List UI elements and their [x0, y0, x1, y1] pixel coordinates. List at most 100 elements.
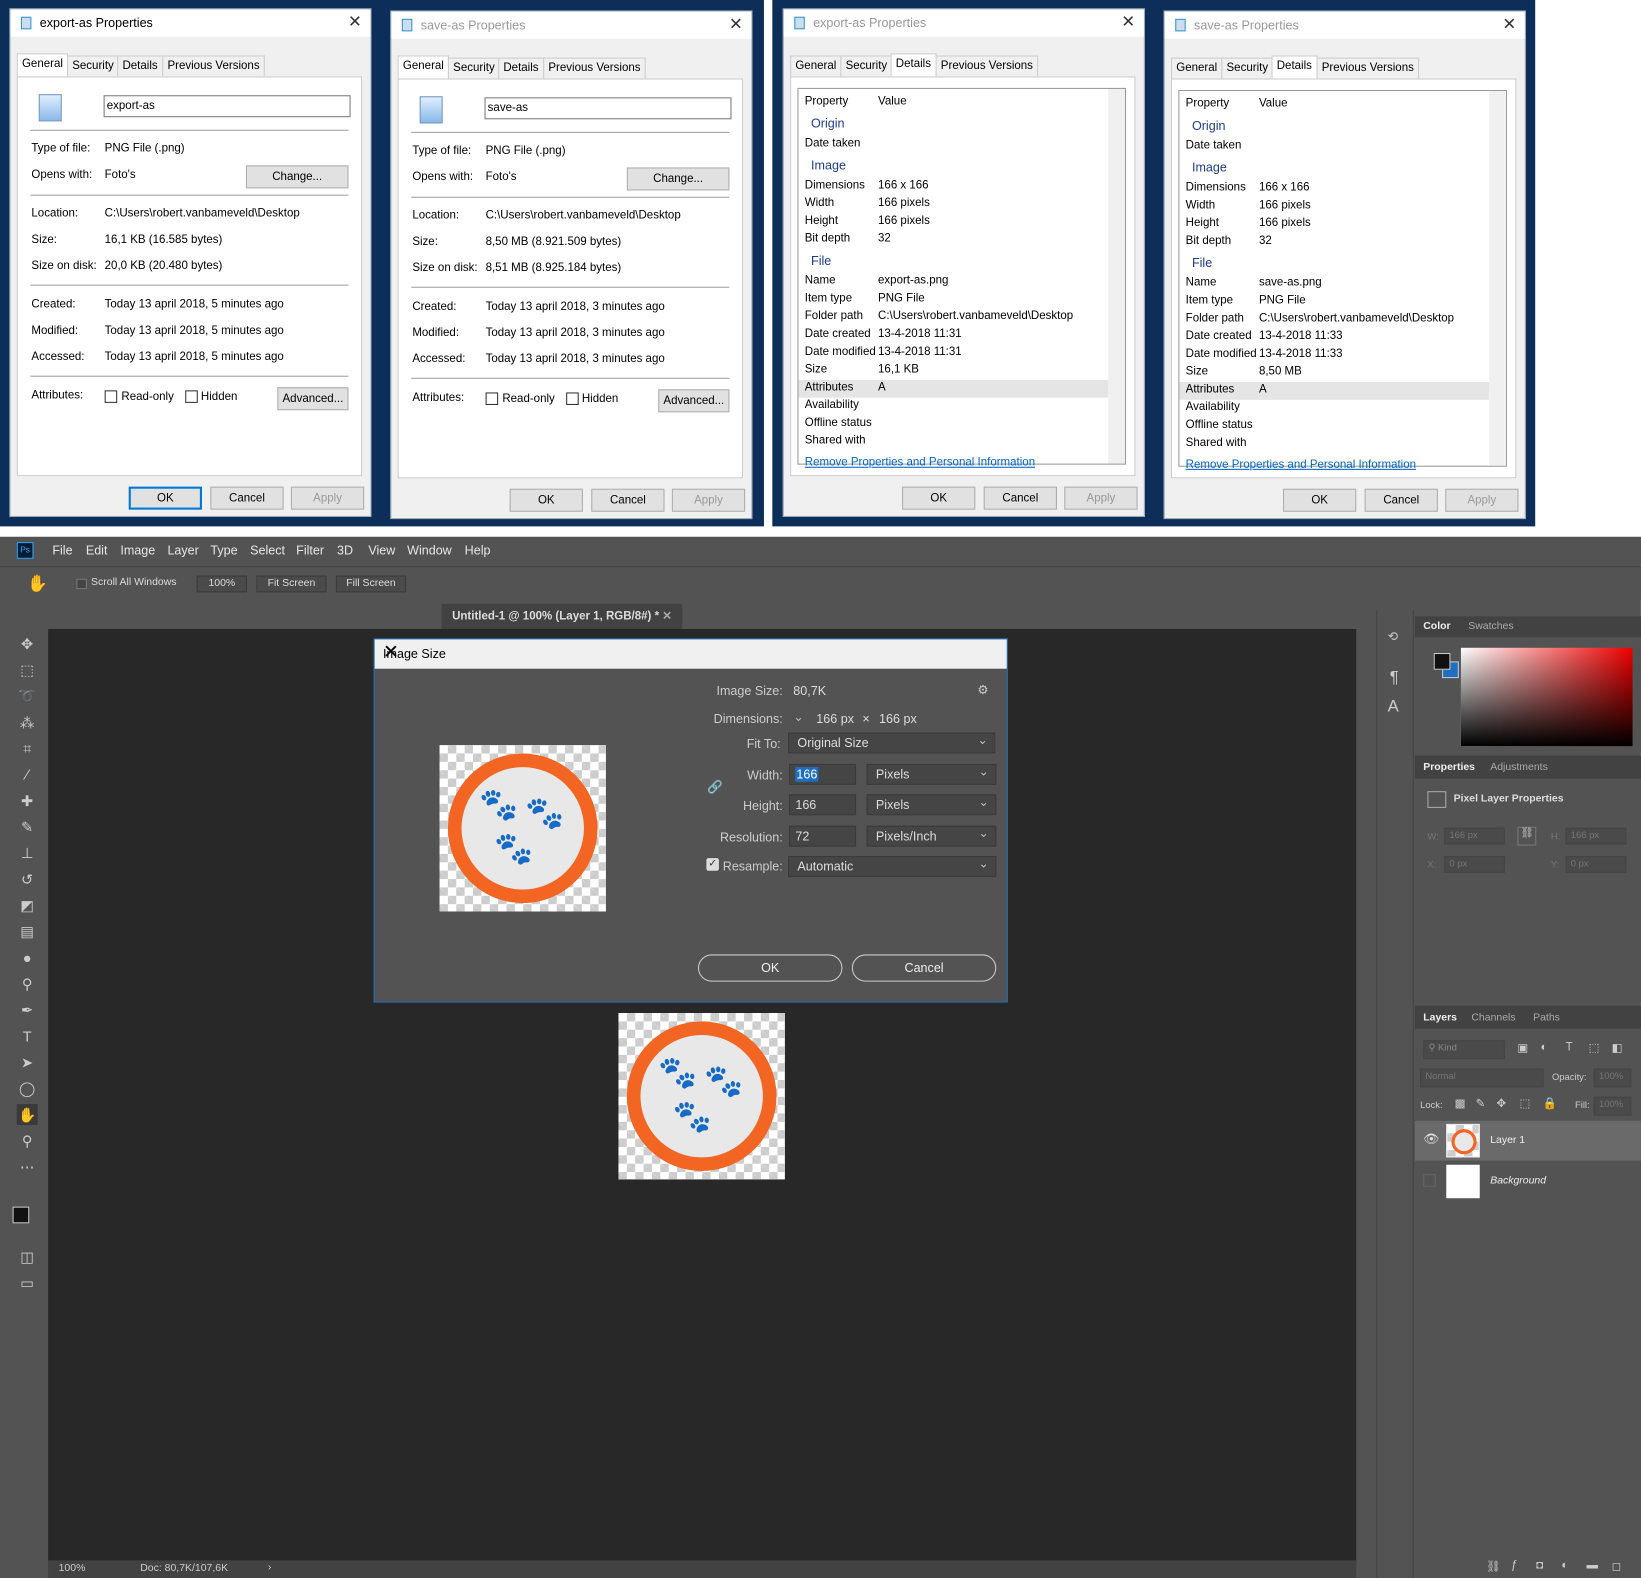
w-field[interactable]: 166 px [1444, 827, 1505, 845]
tab-previous-versions[interactable]: Previous Versions [935, 55, 1039, 77]
ok-button[interactable]: OK [1283, 488, 1357, 512]
fg-color-chip[interactable] [1433, 653, 1451, 670]
readonly-checkbox[interactable] [485, 392, 499, 405]
col-value[interactable]: Value [878, 95, 907, 108]
mask-icon[interactable]: ◘ [1536, 1559, 1543, 1572]
tab-previous-versions[interactable]: Previous Versions [162, 55, 265, 77]
ok-button[interactable]: OK [902, 486, 976, 510]
link-layers-icon[interactable]: ⛓ [1486, 1559, 1501, 1573]
list-item[interactable]: Bit depth [1186, 234, 1231, 247]
new-layer-icon[interactable]: ◻ [1612, 1559, 1622, 1573]
scrollbar[interactable] [1489, 91, 1506, 466]
list-item[interactable]: Name [1186, 276, 1217, 289]
list-item[interactable]: Width [805, 197, 834, 210]
folder-icon[interactable]: ▬ [1586, 1559, 1598, 1572]
list-item[interactable]: Offline status [1186, 419, 1253, 432]
apply-button[interactable]: Apply [671, 488, 746, 512]
path-select-icon[interactable]: ➤ [17, 1052, 38, 1073]
tab-general[interactable]: General [1171, 57, 1223, 79]
lock-transparency-icon[interactable]: ▩ [1455, 1097, 1466, 1111]
tab-details[interactable]: Details [1271, 55, 1318, 79]
type-tool-icon[interactable]: T [17, 1026, 38, 1047]
layer-name[interactable]: Background [1490, 1175, 1546, 1187]
tab-security[interactable]: Security [447, 57, 500, 79]
cancel-button[interactable]: Cancel [210, 486, 284, 510]
screen-mode-icon[interactable]: ▭ [17, 1273, 38, 1294]
character-icon[interactable]: A [1388, 698, 1399, 717]
menu-select[interactable]: Select [250, 543, 285, 558]
list-item[interactable]: Dimensions [805, 179, 865, 192]
list-item[interactable]: Folder path [805, 310, 863, 323]
list-item[interactable]: Item type [1186, 294, 1233, 307]
width-input[interactable]: 166 [789, 763, 857, 785]
list-item[interactable]: Offline status [805, 417, 872, 430]
chevron-down-icon[interactable]: ⌄ [793, 710, 804, 725]
healing-brush-icon[interactable]: ✚ [17, 790, 38, 811]
filter-smart-icon[interactable]: ◧ [1612, 1041, 1623, 1055]
property-list[interactable]: Property Value Origin Date taken Image D… [1178, 89, 1507, 467]
menu-edit[interactable]: Edit [86, 543, 108, 558]
list-item[interactable]: Attributes [1186, 383, 1235, 396]
move-tool-icon[interactable]: ✥ [17, 633, 38, 654]
magic-wand-icon[interactable]: ⁂ [17, 712, 38, 733]
list-item[interactable]: Item type [805, 292, 852, 305]
property-list[interactable]: Property Value Origin Date taken Image D… [797, 87, 1127, 465]
lock-paint-icon[interactable]: ✎ [1476, 1097, 1486, 1111]
lasso-tool-icon[interactable]: ➰ [17, 685, 38, 706]
list-item[interactable]: Date created [1186, 330, 1252, 343]
link-icon[interactable]: ⛓ [1517, 826, 1537, 846]
menu-view[interactable]: View [368, 543, 395, 558]
tab-swatches[interactable]: Swatches [1468, 621, 1513, 633]
quick-mask-icon[interactable]: ◫ [17, 1246, 38, 1267]
menu-file[interactable]: File [52, 543, 72, 558]
tab-previous-versions[interactable]: Previous Versions [1316, 57, 1420, 79]
filter-shape-icon[interactable]: ⬚ [1589, 1041, 1600, 1055]
ok-button[interactable]: OK [698, 954, 843, 982]
close-icon[interactable]: ✕ [348, 12, 362, 33]
fit-screen-button[interactable]: Fit Screen [256, 575, 327, 593]
history-brush-icon[interactable]: ↺ [17, 869, 38, 890]
scroll-all-checkbox[interactable] [76, 578, 87, 590]
close-icon[interactable]: ✕ [1121, 12, 1135, 33]
history-icon[interactable]: ⟲ [1388, 629, 1399, 644]
color-picker-field[interactable] [1460, 647, 1633, 747]
tab-details[interactable]: Details [117, 55, 163, 77]
cancel-button[interactable]: Cancel [591, 488, 665, 512]
remove-properties-link[interactable]: Remove Properties and Personal Informati… [805, 456, 1035, 469]
zoom-100-button[interactable]: 100% [196, 575, 247, 593]
list-item[interactable]: Availability [805, 399, 859, 412]
list-item[interactable]: Height [1186, 217, 1219, 230]
menu-help[interactable]: Help [465, 543, 491, 558]
menu-layer[interactable]: Layer [167, 543, 198, 558]
resolution-input[interactable]: 72 [789, 825, 857, 847]
list-item[interactable]: Date taken [1186, 139, 1242, 152]
advanced-button[interactable]: Advanced... [658, 389, 730, 413]
layer-kind-filter[interactable]: ⚲ Kind [1423, 1040, 1505, 1060]
layer-name[interactable]: Layer 1 [1490, 1134, 1525, 1146]
zoom-level[interactable]: 100% [59, 1562, 86, 1574]
height-unit-select[interactable]: Pixels [866, 794, 997, 816]
menu-image[interactable]: Image [120, 543, 155, 558]
filter-type-icon[interactable]: T [1566, 1041, 1573, 1054]
list-item[interactable]: Dimensions [1186, 181, 1246, 194]
scrollbar[interactable] [1108, 88, 1125, 464]
list-item[interactable]: Width [1186, 199, 1215, 212]
x-field[interactable]: 0 px [1444, 856, 1505, 873]
gradient-tool-icon[interactable]: ▤ [17, 921, 38, 942]
advanced-button[interactable]: Advanced... [277, 387, 349, 411]
zoom-tool-icon[interactable]: ⚲ [17, 1130, 38, 1151]
list-item[interactable]: Attributes [805, 381, 854, 394]
adjustment-icon[interactable]: ◐ [1561, 1559, 1568, 1572]
list-item[interactable]: Height [805, 215, 838, 228]
list-item[interactable]: Shared with [1186, 436, 1247, 449]
pen-tool-icon[interactable]: ✒ [17, 999, 38, 1020]
fill-screen-button[interactable]: Fill Screen [335, 575, 407, 593]
tab-details[interactable]: Details [498, 57, 544, 79]
blend-mode-select[interactable]: Normal [1420, 1068, 1544, 1088]
eraser-tool-icon[interactable]: ◩ [17, 895, 38, 916]
resolution-unit-select[interactable]: Pixels/Inch [866, 825, 997, 847]
readonly-checkbox[interactable] [104, 390, 118, 403]
tab-security[interactable]: Security [1221, 57, 1274, 79]
eye-icon[interactable]: 👁 [1423, 1131, 1439, 1146]
tab-security[interactable]: Security [840, 55, 893, 77]
